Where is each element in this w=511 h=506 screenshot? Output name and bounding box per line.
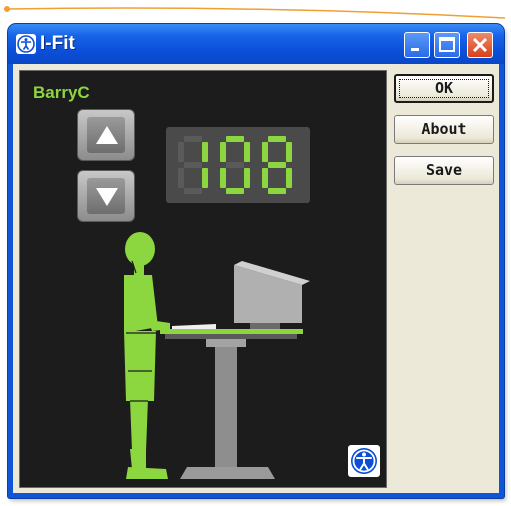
person-figure: [124, 232, 170, 479]
keyboard: [172, 324, 216, 329]
app-window: I-Fit BarryC OK About Save: [8, 24, 504, 498]
about-button[interactable]: About: [394, 115, 494, 144]
decorative-accent-line: [4, 6, 506, 19]
desk-surface: [160, 329, 303, 334]
dialog-client-area: BarryC 108: [13, 64, 499, 493]
workstation-illustration: [124, 232, 310, 479]
minimize-button[interactable]: [404, 32, 430, 58]
maximize-icon: [439, 37, 455, 52]
save-button[interactable]: Save: [394, 156, 494, 185]
window-title: I-Fit: [40, 33, 75, 54]
fit-panel: BarryC 108: [19, 70, 387, 488]
minimize-icon: [411, 48, 419, 51]
accessibility-badge-icon: [348, 445, 380, 477]
desk-base: [180, 467, 275, 479]
desk-stand: [215, 345, 237, 477]
title-bar[interactable]: I-Fit: [8, 24, 504, 64]
accessibility-icon: [16, 34, 36, 54]
close-button[interactable]: [467, 32, 493, 58]
close-icon: [472, 37, 488, 53]
maximize-button[interactable]: [434, 32, 460, 58]
ok-button[interactable]: OK: [394, 74, 494, 103]
